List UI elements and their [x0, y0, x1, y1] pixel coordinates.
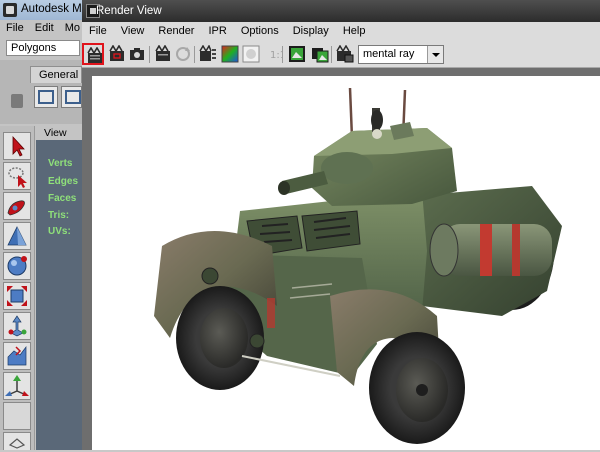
side-tank [429, 223, 552, 277]
hud-verts-label: Verts [48, 158, 73, 169]
snapshot-icon[interactable] [126, 43, 148, 65]
front-right-wheel [330, 289, 465, 444]
maya-menu-file[interactable]: File [0, 20, 29, 38]
scale-icon[interactable] [3, 282, 31, 310]
svg-text:1:1: 1:1 [270, 50, 282, 61]
render-view-window: Render View File View Render IPR Options… [82, 0, 600, 450]
toolbar-separator [194, 46, 195, 63]
paint-icon[interactable] [3, 192, 31, 220]
hud-uvs-label: UVs: [48, 226, 71, 237]
maya-window-title: Autodesk M [21, 3, 82, 15]
maya-app-icon [3, 3, 17, 17]
keep-image-icon[interactable] [286, 43, 308, 65]
layout-icon[interactable] [3, 432, 31, 450]
render-settings-icon[interactable] [197, 43, 219, 65]
turret [278, 108, 457, 206]
ipr-render-icon[interactable] [152, 43, 174, 65]
chevron-down-icon[interactable] [427, 46, 443, 63]
rendered-image[interactable] [92, 76, 600, 450]
rv-menu-ipr[interactable]: IPR [201, 22, 233, 40]
alpha-channel-icon[interactable] [240, 43, 262, 65]
real-size-icon[interactable]: 1:1 [262, 43, 284, 65]
toolbar-separator [149, 46, 150, 63]
select-arrow-icon[interactable] [3, 132, 31, 160]
render-view-title: Render View [96, 5, 162, 17]
render-view-title-bar[interactable]: Render View [82, 0, 600, 22]
rv-menu-view[interactable]: View [114, 22, 152, 40]
remove-image-icon[interactable] [309, 43, 331, 65]
render-globals-icon[interactable] [334, 43, 356, 65]
move-icon[interactable] [3, 222, 31, 250]
menu-set-value: Polygons [11, 42, 57, 54]
lasso-icon[interactable] [3, 162, 31, 190]
maya-menu-bar: File Edit Mo [0, 20, 85, 38]
render-view-image-frame [82, 68, 600, 450]
renderer-select[interactable]: mental ray [358, 45, 444, 64]
hud-tris-label: Tris: [48, 210, 70, 221]
shelf-menu-grip[interactable] [11, 94, 23, 108]
shelf-tab-label: General [39, 69, 79, 81]
rv-menu-file[interactable]: File [82, 22, 114, 40]
rgb-channels-icon[interactable] [219, 43, 241, 65]
viewport-menu-view[interactable]: View [44, 127, 67, 139]
hud-faces-label: Faces [48, 193, 77, 204]
rv-menu-render[interactable]: Render [151, 22, 201, 40]
render-view-toolbar: 1:1 mental ray [82, 40, 600, 68]
show-manipulator-icon[interactable] [3, 372, 31, 400]
menu-set-select[interactable]: Polygons [6, 40, 80, 56]
rv-menu-options[interactable]: Options [234, 22, 286, 40]
redo-previous-render-icon[interactable] [82, 43, 104, 65]
toolbar-separator [331, 46, 332, 63]
toolbar-separator [282, 46, 283, 63]
hud-edges-label: Edges [48, 176, 79, 187]
render-region-icon[interactable] [106, 43, 128, 65]
shelf-tab-general[interactable]: General [30, 66, 82, 83]
refresh-ipr-icon[interactable] [172, 43, 194, 65]
shelf-layout-icon[interactable] [61, 86, 82, 108]
shelf-layout-icon[interactable] [34, 86, 58, 108]
viewport-menu-bar: View [36, 126, 82, 140]
toolbox [0, 126, 35, 450]
perspective-viewport[interactable]: View Verts Edges Faces Tris: UVs: [36, 126, 82, 450]
maya-menu-edit[interactable]: Edit [29, 20, 59, 38]
universal-manipulator-icon[interactable] [3, 312, 31, 340]
soft-mod-icon[interactable] [3, 342, 31, 370]
rv-menu-help[interactable]: Help [336, 22, 373, 40]
renderer-select-value: mental ray [363, 48, 415, 60]
rotate-icon[interactable] [3, 252, 31, 280]
armored-car-render [154, 87, 562, 444]
rv-menu-display[interactable]: Display [286, 22, 336, 40]
empty-tool-slot[interactable] [3, 402, 31, 430]
render-view-menu-bar: File View Render IPR Options Display Hel… [82, 22, 600, 40]
